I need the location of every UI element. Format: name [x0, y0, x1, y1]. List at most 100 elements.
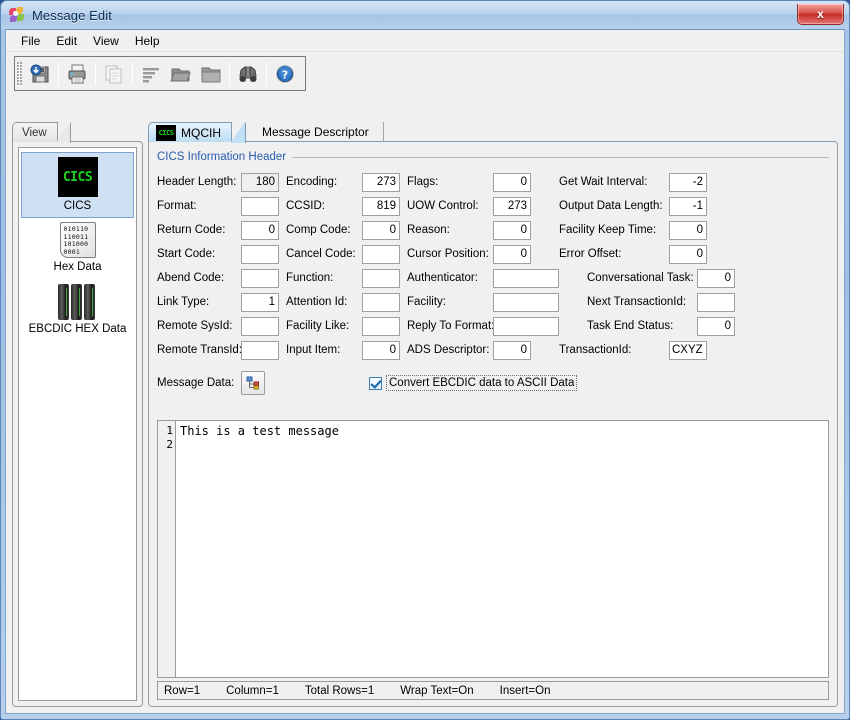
menu-view[interactable]: View: [85, 31, 127, 51]
field-task-end-status[interactable]: 0: [697, 316, 735, 336]
field-label-output-data-length: Output Data Length:: [559, 200, 663, 212]
view-item-label: CICS: [63, 200, 92, 212]
form-row: Start Code: Cancel Code: Cursor Position…: [157, 242, 829, 266]
floppy-save-icon: [30, 64, 49, 82]
toolbar-container: ?: [6, 52, 844, 94]
field-start-code[interactable]: [241, 244, 279, 264]
menu-help[interactable]: Help: [127, 31, 168, 51]
field-return-code[interactable]: 0: [241, 220, 279, 240]
find-button[interactable]: [233, 59, 263, 89]
convert-ebcdic-checkbox[interactable]: Convert EBCDIC data to ASCII Data: [369, 375, 578, 391]
field-link-type[interactable]: 1: [241, 292, 279, 312]
convert-ebcdic-label: Convert EBCDIC data to ASCII Data: [386, 375, 578, 391]
field-header-length[interactable]: 180: [241, 172, 279, 192]
print-button[interactable]: [62, 59, 92, 89]
field-reply-to-format[interactable]: [493, 316, 559, 336]
status-row: Row=1: [164, 684, 201, 697]
menu-edit[interactable]: Edit: [48, 31, 85, 51]
field-function[interactable]: [362, 268, 400, 288]
field-comp-code[interactable]: 0: [362, 220, 400, 240]
message-data-label: Message Data:: [157, 377, 235, 389]
field-label-reply-to-format: Reply To Format:: [407, 320, 495, 332]
field-label-input-item: Input Item:: [286, 344, 341, 356]
client-area: File Edit View Help ? View CICS CICS 010…: [5, 29, 845, 714]
field-output-data-length[interactable]: -1: [669, 196, 707, 216]
legend-rule: [292, 156, 829, 158]
main-panel: CICS MQCIH Message Descriptor CICS Infor…: [148, 122, 838, 707]
field-reason[interactable]: 0: [493, 220, 531, 240]
view-item-hex-data[interactable]: 010110 110011 101000 0001 Hex Data: [21, 218, 134, 278]
field-label-transaction-id: TransactionId:: [559, 344, 632, 356]
field-cancel-code[interactable]: [362, 244, 400, 264]
toolbar-grip[interactable]: [17, 61, 22, 86]
checkbox-box[interactable]: [369, 376, 382, 390]
field-label-conversational-task: Conversational Task:: [587, 272, 694, 284]
message-editor[interactable]: 1 2 This is a test message: [157, 420, 829, 678]
format-button[interactable]: [136, 59, 166, 89]
field-remote-transid[interactable]: [241, 340, 279, 360]
field-label-reason: Reason:: [407, 224, 450, 236]
field-label-cursor-position: Cursor Position:: [407, 248, 489, 260]
field-label-facility: Facility:: [407, 296, 446, 308]
field-format[interactable]: [241, 196, 279, 216]
field-facility[interactable]: [493, 292, 559, 312]
field-facility-keep-time[interactable]: 0: [669, 220, 707, 240]
message-text-area[interactable]: This is a test message: [176, 421, 828, 677]
field-cursor-position[interactable]: 0: [493, 244, 531, 264]
field-next-transaction-id[interactable]: [697, 292, 735, 312]
field-error-offset[interactable]: 0: [669, 244, 707, 264]
field-label-remote-transid: Remote TransId:: [157, 344, 243, 356]
field-uow-control[interactable]: 273: [493, 196, 531, 216]
copy-button[interactable]: [99, 59, 129, 89]
field-flags[interactable]: 0: [493, 172, 531, 192]
field-label-start-code: Start Code:: [157, 248, 216, 260]
open-folder-button[interactable]: [166, 59, 196, 89]
body-split: View CICS CICS 0101101100111010000001: [12, 122, 838, 707]
close-button[interactable]: x: [797, 4, 844, 25]
field-label-format: Format:: [157, 200, 197, 212]
tab-message-descriptor[interactable]: Message Descriptor: [248, 122, 384, 142]
field-label-return-code: Return Code:: [157, 224, 226, 236]
field-conversational-task[interactable]: 0: [697, 268, 735, 288]
field-label-function: Function:: [286, 272, 334, 284]
field-remote-sysid[interactable]: [241, 316, 279, 336]
field-label-facility-like: Facility Like:: [286, 320, 350, 332]
tab-mqcih[interactable]: CICS MQCIH: [148, 122, 232, 142]
view-item-ebcdic-hex-data[interactable]: EBCDIC HEX Data: [21, 278, 134, 340]
message-data-button[interactable]: [241, 371, 265, 395]
folder-open-icon: [170, 68, 191, 81]
field-label-task-end-status: Task End Status:: [587, 320, 674, 332]
help-button[interactable]: ?: [270, 59, 300, 89]
field-ccsid[interactable]: 819: [362, 196, 400, 216]
field-attention-id[interactable]: [362, 292, 400, 312]
field-label-uow-control: UOW Control:: [407, 200, 479, 212]
status-insert: Insert=On: [499, 684, 551, 697]
form-row: Remote TransId: Input Item: 0 ADS Descrip…: [157, 338, 829, 362]
folder-button[interactable]: [196, 59, 226, 89]
field-input-item[interactable]: 0: [362, 340, 400, 360]
field-facility-like[interactable]: [362, 316, 400, 336]
cics-icon: CICS: [156, 124, 176, 141]
field-get-wait-interval[interactable]: -2: [669, 172, 707, 192]
field-label-authenticator: Authenticator:: [407, 272, 478, 284]
menu-bar: File Edit View Help: [6, 30, 844, 52]
field-encoding[interactable]: 273: [362, 172, 400, 192]
toolbar-separator: [58, 62, 59, 85]
ebcdic-hex-data-icon: [57, 282, 98, 320]
field-label-encoding: Encoding:: [286, 176, 338, 188]
status-total-rows: Total Rows=1: [304, 684, 375, 697]
field-label-get-wait-interval: Get Wait Interval:: [559, 176, 648, 188]
form-row: Header Length: 180 Encoding: 273 Flags: 0 G…: [157, 170, 829, 194]
save-button[interactable]: [25, 59, 55, 89]
field-abend-code[interactable]: [241, 268, 279, 288]
field-transaction-id[interactable]: CXYZ: [669, 340, 707, 360]
menu-file[interactable]: File: [13, 31, 48, 51]
field-label-attention-id: Attention Id:: [286, 296, 348, 308]
view-panel: View CICS CICS 0101101100111010000001: [12, 122, 143, 707]
view-item-cics[interactable]: CICS CICS: [21, 152, 134, 218]
field-label-ads-descriptor: ADS Descriptor:: [407, 344, 490, 356]
field-ads-descriptor[interactable]: 0: [493, 340, 531, 360]
tab-view[interactable]: View: [12, 122, 58, 142]
status-column: Column=1: [226, 684, 279, 697]
field-authenticator[interactable]: [493, 268, 559, 288]
